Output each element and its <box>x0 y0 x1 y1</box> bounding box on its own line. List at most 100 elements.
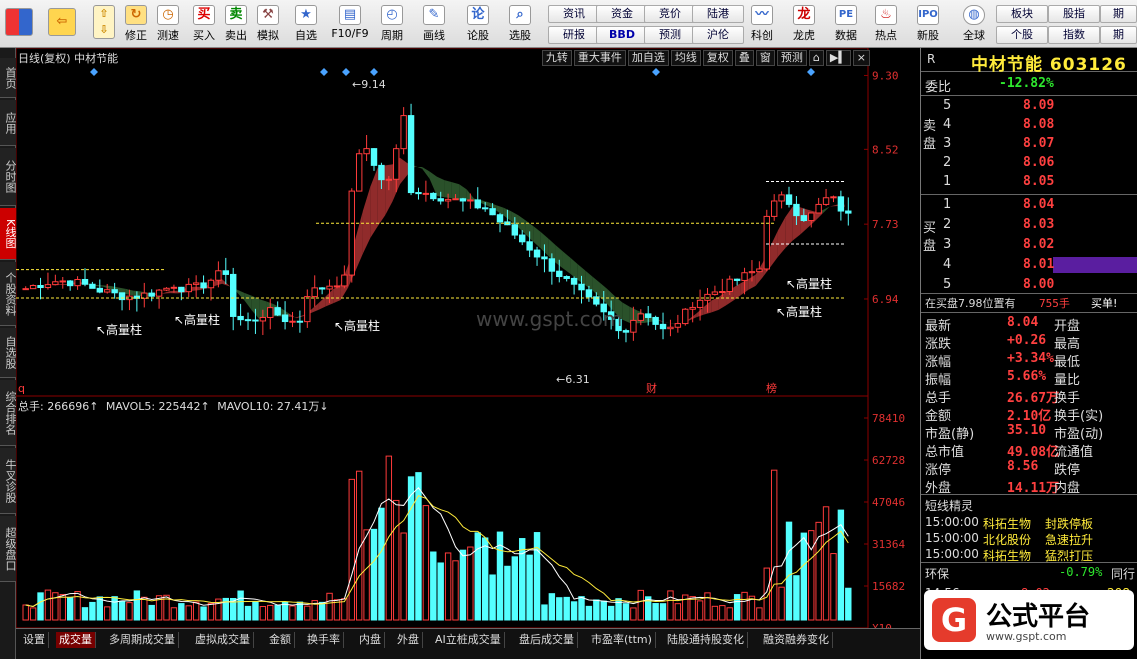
candle-body <box>415 192 422 195</box>
elf-item[interactable]: 15:00:00 科拓生物 猛烈打压 <box>921 547 1137 563</box>
tab-amount[interactable]: 金额 <box>266 632 295 648</box>
index-button[interactable]: 指数 <box>1048 26 1100 44</box>
candle-body <box>459 198 467 202</box>
left-tab-strip: 首页 应用 分时图 K线图 个股资料 自选股 综合排名 牛叉诊股 超级盘口 <box>0 48 17 659</box>
tab-outer-volume[interactable]: 外盘 <box>394 632 423 648</box>
tab-diagnosis[interactable]: 牛叉诊股 <box>0 448 17 514</box>
futures-index-button[interactable]: 股指 <box>1048 5 1100 23</box>
elf-title[interactable]: 短线精灵 <box>925 497 973 514</box>
volume-bar <box>185 605 192 621</box>
tab-inner-volume[interactable]: 内盘 <box>356 632 385 648</box>
buy-order-tag: 买单! <box>1091 297 1118 310</box>
ipo-button[interactable]: IPO 新股 <box>912 3 944 45</box>
single-stock-button[interactable]: 个股 <box>996 26 1048 44</box>
sector-peers[interactable]: 同行 <box>1111 565 1135 582</box>
grid-menu-icon[interactable] <box>2 6 36 48</box>
global-button[interactable]: ◍ 全球 <box>958 3 990 45</box>
tab-super-order-book[interactable]: 超级盘口 <box>0 516 17 582</box>
tab-virtual-volume[interactable]: 虚拟成交量 <box>192 632 254 648</box>
simulate-button[interactable]: ⚒ 模拟 <box>252 3 284 45</box>
tab-my-stocks[interactable]: 自选股 <box>0 328 17 378</box>
period-button[interactable]: ◴ 周期 <box>376 3 408 45</box>
sector-row[interactable]: 环保 -0.79% 同行 <box>921 565 1137 583</box>
predict-button[interactable]: 预测 <box>776 50 807 66</box>
volume-bar <box>430 551 437 621</box>
candle-body <box>407 115 415 194</box>
tab-home[interactable]: 首页 <box>0 58 17 98</box>
weibi-row: 委比 -12.82% <box>921 76 1137 95</box>
tab-turnover-rate[interactable]: 换手率 <box>304 632 344 648</box>
candle-body <box>511 224 519 236</box>
pin-icon[interactable]: ▶▍ <box>825 50 851 66</box>
candle-body <box>585 289 593 298</box>
nine-turn-button[interactable]: 九转 <box>541 50 572 66</box>
quote-value: 8.56 <box>1007 459 1039 474</box>
futures-button[interactable]: 期 <box>1100 5 1137 23</box>
fix-button[interactable]: ↻ 修正 <box>120 3 152 45</box>
candle-body <box>756 268 763 273</box>
candle-body <box>259 316 267 322</box>
adjust-button[interactable]: 复权 <box>702 50 733 66</box>
volume-bar <box>511 556 519 621</box>
bid-level: 3 <box>943 237 952 252</box>
window-button[interactable]: 窗 <box>755 50 775 66</box>
favorites-button[interactable]: ★ 自选 <box>290 3 322 45</box>
hk-connect-button[interactable]: 陆港 <box>692 5 744 23</box>
sector-button[interactable]: 板块 <box>996 5 1048 23</box>
stock-name-code[interactable]: 中材节能 603126 <box>971 50 1127 75</box>
tab-intraday[interactable]: 分时图 <box>0 148 17 206</box>
tab-margin-trading[interactable]: 融资融券变化 <box>760 632 833 648</box>
tab-after-hours-volume[interactable]: 盘后成交量 <box>516 632 578 648</box>
candle-body <box>481 207 489 210</box>
stock-picker-button[interactable]: ⌕ 选股 <box>504 3 536 45</box>
volume-bar <box>719 605 726 621</box>
tab-pe-ttm[interactable]: 市盈率(ttm) <box>588 632 656 648</box>
draw-line-button[interactable]: ✎ 画线 <box>418 3 450 45</box>
back-arrow-icon[interactable]: ⇦ <box>44 6 80 48</box>
tab-northbound-holdings[interactable]: 陆股通持股变化 <box>664 632 748 648</box>
candle-body <box>630 319 637 333</box>
tab-volume[interactable]: 成交量 <box>56 632 96 648</box>
research-button[interactable]: 研报 <box>548 26 600 44</box>
bbd-button[interactable]: BBD <box>596 26 648 44</box>
data-button[interactable]: PE 数据 <box>830 3 862 45</box>
auction-button[interactable]: 竞价 <box>644 5 696 23</box>
add-favorite-button[interactable]: 加自选 <box>627 50 669 66</box>
moving-average-button[interactable]: 均线 <box>670 50 701 66</box>
discuss-button[interactable]: 论论股 <box>462 3 494 45</box>
divider <box>921 194 1137 195</box>
futures-button-2[interactable]: 期 <box>1100 26 1137 44</box>
news-button[interactable]: 资讯 <box>548 5 600 23</box>
volume-bar <box>593 599 600 621</box>
overlay-button[interactable]: 叠 <box>734 50 754 66</box>
elf-item[interactable]: 15:00:00 北化股份 急速拉升 <box>921 531 1137 547</box>
kline-chart[interactable]: 9.30 8.52 7.73 6.94 78410 62728 47046 31364 1568… <box>16 48 920 628</box>
up-down-arrows-icon[interactable]: ⇧ ⇩ <box>88 3 120 45</box>
buy-order-alert: 在买盘7.98位置有 755手 买单! <box>921 295 1137 313</box>
tab-ranking[interactable]: 综合排名 <box>0 380 17 446</box>
tab-ai-volume[interactable]: AI立桩成交量 <box>432 632 505 648</box>
weibi-value: -12.82% <box>999 76 1054 91</box>
lock-icon[interactable]: ⌂ <box>808 50 824 66</box>
elf-item[interactable]: 15:00:00 科拓生物 封跌停板 <box>921 515 1137 531</box>
tab-multi-period-volume[interactable]: 多周期成交量 <box>106 632 179 648</box>
sell-button[interactable]: 卖卖出 <box>220 3 252 45</box>
dragon-tiger-button[interactable]: 龙龙虎 <box>788 3 820 45</box>
buy-button[interactable]: 买买入 <box>188 3 220 45</box>
candle-body <box>682 308 689 325</box>
star-market-button[interactable]: 〰科创 <box>746 3 778 45</box>
shanghai-london-button[interactable]: 沪伦 <box>692 26 744 44</box>
tab-settings[interactable]: 设置 <box>20 632 49 648</box>
major-events-button[interactable]: 重大事件 <box>573 50 626 66</box>
hot-button[interactable]: ♨ 热点 <box>870 3 902 45</box>
tab-kline[interactable]: K线图 <box>0 208 17 260</box>
funds-button[interactable]: 资金 <box>596 5 648 23</box>
tab-stock-profile[interactable]: 个股资料 <box>0 262 17 326</box>
speed-test-button[interactable]: ◷ 测速 <box>152 3 184 45</box>
close-icon[interactable]: × <box>852 50 870 66</box>
candle-body <box>96 287 104 293</box>
tab-apps[interactable]: 应用 <box>0 100 17 146</box>
f10-button[interactable]: ▤ F10/F9 <box>330 3 370 45</box>
quote-value: +3.34% <box>1007 351 1054 366</box>
forecast-button[interactable]: 预测 <box>644 26 696 44</box>
